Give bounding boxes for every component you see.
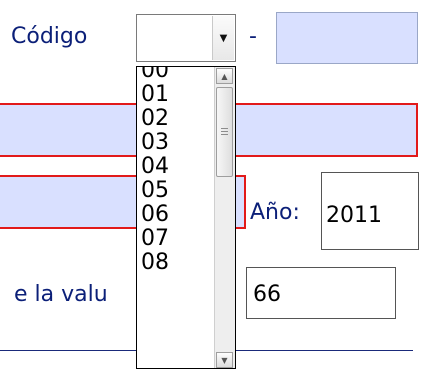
- codigo-separator: -: [249, 24, 257, 49]
- valuation-label: e la valu: [14, 282, 108, 307]
- dropdown-option[interactable]: 02: [141, 107, 169, 131]
- anio-input[interactable]: 2011: [321, 172, 419, 250]
- dropdown-option[interactable]: 01: [141, 83, 169, 107]
- codigo-dropdown-list[interactable]: 00 01 02 03 04 05 06 07 08 ▲ ▼: [136, 66, 236, 369]
- dropdown-option[interactable]: 06: [141, 203, 169, 227]
- dropdown-option[interactable]: 04: [141, 155, 169, 179]
- codigo-select[interactable]: ▼: [136, 14, 236, 62]
- codigo-secondary-input[interactable]: [276, 12, 418, 64]
- grip-icon: [221, 128, 228, 137]
- dropdown-option[interactable]: 05: [141, 179, 169, 203]
- valuation-input[interactable]: 66: [246, 267, 396, 319]
- dropdown-scrollbar[interactable]: ▲ ▼: [214, 67, 235, 368]
- dropdown-option[interactable]: 03: [141, 131, 169, 155]
- scrollbar-thumb[interactable]: [216, 87, 233, 177]
- chevron-down-icon: ▼: [221, 355, 228, 365]
- scroll-up-button[interactable]: ▲: [216, 68, 233, 84]
- chevron-down-icon: ▼: [219, 32, 228, 44]
- anio-label: Año:: [250, 200, 300, 225]
- dropdown-option[interactable]: 07: [141, 227, 169, 251]
- chevron-up-icon: ▲: [221, 71, 228, 81]
- codigo-label: Código: [11, 24, 88, 49]
- scroll-down-button[interactable]: ▼: [216, 352, 233, 368]
- dropdown-arrow-button[interactable]: ▼: [212, 16, 234, 60]
- dropdown-option[interactable]: 08: [141, 251, 169, 275]
- dropdown-option[interactable]: 00: [141, 67, 169, 83]
